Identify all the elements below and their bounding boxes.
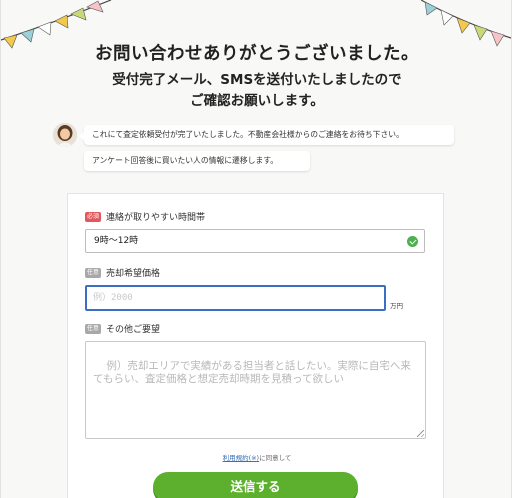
- confirmation-subtitle-line1: 受付完了メール、SMSを送付いたしましたので: [112, 72, 402, 88]
- agreement-suffix: に同意して: [259, 454, 292, 462]
- confirmation-page: お問い合わせありがとうございました。 受付完了メール、SMSを送付いたしましたの…: [0, 0, 512, 498]
- desired-price-label: 売却希望価格: [106, 269, 161, 279]
- flag-right-1: [424, 1, 438, 16]
- valid-check-icon: [407, 236, 418, 247]
- required-badge: 必須: [85, 211, 102, 222]
- agreement-text: 利用規約(※)に同意して: [1, 452, 512, 462]
- requests-placeholder: 例）売却エリアで実績がある担当者と話したい。実際に自宅へ来てもらい、査定価格と想…: [93, 360, 411, 385]
- contact-time-label: 連絡が取りやすい時間帯: [106, 213, 206, 223]
- optional-badge: 任意: [85, 323, 102, 334]
- confirmation-subtitle-line2: ご確認お願いします。: [190, 93, 324, 109]
- chat-message-2: アンケート回答後に買いたい人の情報に遷移します。: [84, 151, 310, 171]
- flag-left-5: [70, 7, 87, 21]
- flag-left-3: [37, 21, 52, 36]
- requests-label-row: 任意 その他ご要望: [85, 322, 160, 335]
- chat-message-1: これにて査定依頼受付が完了いたしました。不動産会社様からのご連絡をお待ち下さい。: [79, 125, 454, 145]
- flag-left-4: [54, 14, 69, 29]
- flag-left-6: [86, 0, 104, 13]
- flag-right-4: [473, 24, 488, 41]
- submit-button[interactable]: 送信する: [153, 472, 358, 498]
- contact-time-label-row: 必須 連絡が取りやすい時間帯: [85, 210, 205, 223]
- price-unit: 万円: [390, 302, 403, 310]
- requests-textarea[interactable]: 例）売却エリアで実績がある担当者と話したい。実際に自宅へ来てもらい、査定価格と想…: [85, 341, 426, 439]
- flag-right-2: [440, 9, 454, 26]
- contact-time-value: 9時〜12時: [94, 236, 139, 246]
- requests-label: その他ご要望: [106, 325, 161, 335]
- thank-you-title: お問い合わせありがとうございました。: [95, 44, 419, 64]
- resize-handle-icon[interactable]: [417, 430, 424, 437]
- operator-avatar: [53, 123, 77, 147]
- optional-badge: 任意: [85, 267, 102, 278]
- contact-time-select[interactable]: 9時〜12時: [85, 229, 425, 253]
- terms-link[interactable]: 利用規約(※): [223, 454, 260, 462]
- desired-price-input[interactable]: 例）2000: [85, 285, 386, 311]
- desired-price-label-row: 任意 売却希望価格: [85, 266, 160, 279]
- flag-right-3: [456, 17, 471, 34]
